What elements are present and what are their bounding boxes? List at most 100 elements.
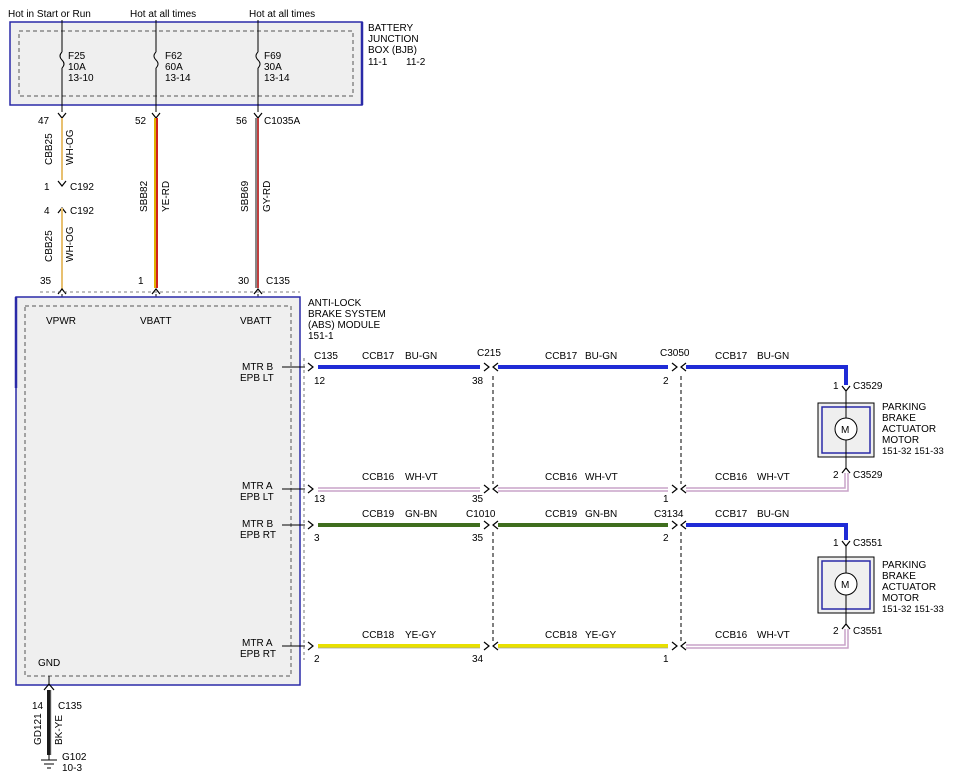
- row3-motor-pin: 1: [833, 538, 839, 549]
- c3050-label: C3050: [660, 348, 690, 359]
- row1-seg2-color: BU-GN: [585, 351, 617, 362]
- cbb25-upper-circuit: CBB25: [44, 133, 55, 165]
- motor1-line3: ACTUATOR: [882, 424, 936, 435]
- c3134-arrow-icon: [671, 520, 678, 530]
- abs-title-line1: ANTI-LOCK: [308, 298, 362, 309]
- row2-seg1-circuit: CCB16: [362, 472, 395, 483]
- row2-seg2-circuit: CCB16: [545, 472, 578, 483]
- row1-pin-c215: 38: [472, 376, 484, 387]
- c3551-pin1-arrow-icon: [841, 540, 851, 547]
- sbb82-color: YE-RD: [161, 181, 172, 212]
- row2-seg1-color: WH-VT: [405, 472, 438, 483]
- c3134-row4-arrow-back-icon: [680, 641, 687, 651]
- row3-seg2-circuit: CCB19: [545, 509, 578, 520]
- row1-pin-abs: 12: [314, 376, 326, 387]
- row4-seg1-color: YE-GY: [405, 630, 436, 641]
- abs-vbatt1-label: VBATT: [140, 316, 171, 327]
- c215-row1-arrow-back-icon: [492, 362, 499, 372]
- abs-vbatt2-label: VBATT: [240, 316, 271, 327]
- motor2-box: M: [817, 556, 875, 614]
- sbb69-pin-30: 30: [238, 276, 250, 287]
- pin-47: 47: [38, 116, 50, 127]
- c215-row1-arrow-icon: [483, 362, 490, 372]
- c192-bottom-label: C192: [70, 206, 94, 217]
- abs-out4-line2: EPB RT: [240, 649, 276, 660]
- bjb-pin56-arrow-icon: [253, 112, 263, 119]
- motor2-line2: BRAKE: [882, 571, 916, 582]
- f69-hot-label: Hot at all times: [249, 9, 315, 20]
- c1010-arrow-back-icon: [492, 520, 499, 530]
- bjb-outline: [9, 21, 363, 106]
- abs-out3-line2: EPB RT: [240, 530, 276, 541]
- c3050-row2-arrow-icon: [671, 484, 678, 494]
- row4-pin-c1010: 34: [472, 654, 484, 665]
- sbb82-pin-1: 1: [138, 276, 144, 287]
- motor1-line2: BRAKE: [882, 413, 916, 424]
- c215-label: C215: [477, 348, 501, 359]
- c135-row4-arrow-icon: [307, 641, 314, 651]
- bjb-title-line2: JUNCTION: [368, 34, 419, 45]
- fuse-f69-amps: 30A: [264, 62, 282, 73]
- row4-pin-abs: 2: [314, 654, 320, 665]
- abs-title-line2: BRAKE SYSTEM: [308, 309, 386, 320]
- row1-seg3-circuit: CCB17: [715, 351, 748, 362]
- motor1-line4: MOTOR: [882, 435, 919, 446]
- row1-motor-conn: C3529: [853, 381, 883, 392]
- c3050-arrow-icon: [671, 362, 678, 372]
- row1-motor-pin: 1: [833, 381, 839, 392]
- c1010-arrow-icon: [483, 520, 490, 530]
- fuse-f69-ref: 13-14: [264, 73, 290, 84]
- c215-row2-arrow-icon: [483, 484, 490, 494]
- fuse-f62-amps: 60A: [165, 62, 183, 73]
- abs-vpwr-label: VPWR: [46, 316, 76, 327]
- sbb69-color: GY-RD: [262, 181, 273, 212]
- wire-row1-seg3: [686, 365, 848, 385]
- row1-seg1-circuit: CCB17: [362, 351, 395, 362]
- f25-hot-label: Hot in Start or Run: [8, 9, 91, 20]
- row4-seg3-circuit: CCB16: [715, 630, 748, 641]
- ground-conn: C135: [58, 701, 82, 712]
- bjb-ref-2: 11-2: [406, 57, 426, 68]
- row2-pin-c3050: 1: [663, 494, 669, 505]
- row2-motor-conn: C3529: [853, 470, 883, 481]
- c1010-row4-arrow-icon: [483, 641, 490, 651]
- pin-56: 56: [236, 116, 248, 127]
- c3551-pin2-arrow-icon: [841, 623, 851, 630]
- cbb25-upper-color: WH-OG: [65, 129, 76, 165]
- c192-pin4: 4: [44, 206, 50, 217]
- row2-seg3-color: WH-VT: [757, 472, 790, 483]
- bjb-ref-1: 11-1: [368, 57, 388, 68]
- row4-seg2-circuit: CCB18: [545, 630, 578, 641]
- wire-row2-seg2: [498, 487, 668, 492]
- ground-point: G102: [62, 752, 87, 763]
- cbb25-lower-color: WH-OG: [65, 226, 76, 262]
- c1010-row4-arrow-back-icon: [492, 641, 499, 651]
- wiring-diagram: Hot in Start or Run Hot at all times Hot…: [8, 9, 944, 774]
- row4-motor-pin: 2: [833, 626, 839, 637]
- bjb-pin52-arrow-icon: [151, 112, 161, 119]
- row2-pin-c215: 35: [472, 494, 484, 505]
- abs-out2-line1: MTR A: [242, 481, 273, 492]
- c3134-row4-arrow-icon: [671, 641, 678, 651]
- abs-title-line3: (ABS) MODULE: [308, 320, 381, 331]
- c3134-label: C3134: [654, 509, 684, 520]
- cbb25-pin-35: 35: [40, 276, 52, 287]
- row4-seg3-color: WH-VT: [757, 630, 790, 641]
- c1010-label: C1010: [466, 509, 496, 520]
- fuse-f62-ref: 13-14: [165, 73, 191, 84]
- row3-seg1-circuit: CCB19: [362, 509, 395, 520]
- bjb-title-line3: BOX (BJB): [368, 45, 417, 56]
- row3-seg3-circuit: CCB17: [715, 509, 748, 520]
- abs-vbatt2-arrow-icon: [253, 288, 263, 295]
- ground-ref: 10-3: [62, 763, 82, 774]
- row4-pin-c3134: 1: [663, 654, 669, 665]
- c3134-arrow-back-icon: [680, 520, 687, 530]
- motor1-ref: 151-32 151-33: [882, 446, 944, 457]
- row3-seg1-color: GN-BN: [405, 509, 437, 520]
- c3529-pin2-arrow-icon: [841, 467, 851, 474]
- wire-row3-seg3: [686, 523, 848, 540]
- row1-pin-c3050: 2: [663, 376, 669, 387]
- cbb25-lower-circuit: CBB25: [44, 230, 55, 262]
- fuse-f69-name: F69: [264, 51, 282, 62]
- c3050-arrow-back-icon: [680, 362, 687, 372]
